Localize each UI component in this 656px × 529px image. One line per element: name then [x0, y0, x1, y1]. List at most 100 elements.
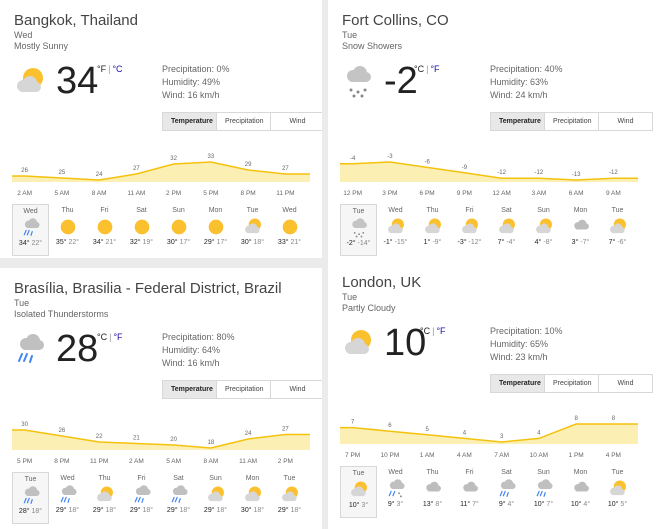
forecast-day[interactable]: Wed -1° -15°	[377, 204, 414, 256]
forecast-low: 18°	[68, 507, 80, 514]
unit-selected: °C	[414, 64, 425, 74]
chart-value-label: 27	[133, 166, 140, 172]
forecast-day[interactable]: Wed 9° 3°	[377, 466, 414, 518]
chart-time-label: 1 PM	[569, 452, 584, 459]
unit-switch-link[interactable]: °C	[112, 64, 122, 74]
tab-precipitation[interactable]: Precipitation	[217, 113, 271, 130]
unit-separator: |	[108, 64, 111, 74]
wind-text: Wind: 16 km/h	[162, 90, 220, 100]
forecast-day[interactable]: Thu 1° -9°	[414, 204, 451, 256]
forecast-day[interactable]: Fri 11° 7°	[451, 466, 488, 518]
forecast-day[interactable]: Sun 29° 18°	[197, 472, 234, 524]
forecast-day[interactable]: Thu 35° 22°	[49, 204, 86, 256]
chart-time-label: 7 PM	[345, 452, 360, 459]
forecast-high: -1°	[383, 239, 393, 246]
daily-forecast: Tue 28° 18° Wed 29° 18° Thu 29° 18° Fri 29° 18°…	[12, 472, 308, 524]
forecast-low: 17°	[179, 239, 191, 246]
forecast-hi-lo: 10° 3°	[341, 502, 376, 509]
tab-temperature[interactable]: Temperature	[163, 381, 217, 398]
tab-temperature[interactable]: Temperature	[491, 113, 545, 130]
forecast-day[interactable]: Sat 9° 4°	[488, 466, 525, 518]
forecast-high: 35°	[55, 239, 67, 246]
tab-precipitation[interactable]: Precipitation	[545, 113, 599, 130]
forecast-low: 18°	[31, 508, 43, 515]
forecast-hi-lo: 29° 17°	[197, 239, 234, 246]
forecast-high: 1°	[423, 239, 431, 246]
forecast-day[interactable]: Tue 29° 18°	[271, 472, 308, 524]
tab-wind[interactable]: Wind	[271, 113, 322, 130]
forecast-day[interactable]: Thu 13° 8°	[414, 466, 451, 518]
forecast-hi-lo: 30° 17°	[160, 239, 197, 246]
current-condition: Partly Cloudy	[342, 303, 396, 313]
tab-precipitation[interactable]: Precipitation	[217, 381, 271, 398]
forecast-day[interactable]: Wed 33° 21°	[271, 204, 308, 256]
unit-switch-link[interactable]: °F	[113, 332, 122, 342]
sun-icon	[168, 216, 190, 238]
sun-icon	[205, 216, 227, 238]
forecast-hi-lo: 29° 18°	[123, 507, 160, 514]
forecast-day[interactable]: Tue 10° 5°	[599, 466, 636, 518]
tab-temperature[interactable]: Temperature	[491, 375, 545, 392]
current-day: Tue	[342, 292, 358, 302]
forecast-day[interactable]: Fri -3° -12°	[451, 204, 488, 256]
forecast-day[interactable]: Fri 29° 18°	[123, 472, 160, 524]
forecast-high: 28°	[18, 508, 30, 515]
unit-switch-link[interactable]: °F	[430, 64, 439, 74]
forecast-day-name: Thu	[426, 469, 439, 476]
forecast-day[interactable]: Wed 29° 18°	[49, 472, 86, 524]
forecast-day[interactable]: Tue 30° 18°	[234, 204, 271, 256]
sun-cloud-icon	[242, 484, 264, 506]
forecast-hi-lo: 34° 22°	[13, 240, 48, 247]
temperature-chart: 7 7 PM 6 10 PM 5 1 AM 4 4 AM 3 7 AM 4 10 AM 8 1 PM 8 4 …	[340, 416, 638, 459]
sun-icon	[279, 216, 301, 238]
forecast-day-name: Tue	[352, 208, 365, 215]
forecast-day[interactable]: Mon 10° 4°	[562, 466, 599, 518]
forecast-day[interactable]: Sun 30° 17°	[160, 204, 197, 256]
tab-wind[interactable]: Wind	[599, 113, 652, 130]
forecast-day[interactable]: Mon 3° -7°	[562, 204, 599, 256]
forecast-day-name: Mon	[245, 475, 260, 482]
forecast-day[interactable]: Wed 34° 22°	[12, 204, 49, 256]
forecast-day[interactable]: Tue -2° -14°	[340, 204, 377, 256]
forecast-day[interactable]: Fri 34° 21°	[86, 204, 123, 256]
forecast-hi-lo: 29° 18°	[86, 507, 123, 514]
forecast-hi-lo: 4° -8°	[525, 239, 562, 246]
forecast-day[interactable]: Tue 28° 18°	[12, 472, 49, 524]
forecast-day-name: Sat	[136, 207, 147, 214]
forecast-day[interactable]: Sat 29° 18°	[160, 472, 197, 524]
forecast-high: 29°	[166, 507, 178, 514]
tab-precipitation[interactable]: Precipitation	[545, 375, 599, 392]
forecast-day[interactable]: Mon 30° 18°	[234, 472, 271, 524]
forecast-day[interactable]: Sat 7° -4°	[488, 204, 525, 256]
forecast-day-name: Thu	[61, 207, 74, 214]
forecast-day[interactable]: Sun 4° -8°	[525, 204, 562, 256]
chart-time-label: 12 AM	[492, 190, 510, 197]
forecast-day[interactable]: Tue 10° 3°	[340, 466, 377, 518]
forecast-hi-lo: -3° -12°	[451, 239, 488, 246]
chart-time-label: 8 AM	[203, 458, 218, 465]
tab-temperature[interactable]: Temperature	[163, 113, 217, 130]
thunderstorm-icon	[12, 332, 48, 368]
forecast-day[interactable]: Thu 29° 18°	[86, 472, 123, 524]
forecast-hi-lo: -2° -14°	[341, 240, 376, 247]
forecast-hi-lo: 13° 8°	[414, 501, 451, 508]
weather-card-fort-collins: Fort Collins, CO Tue Snow Showers -2 °C | °F Pr…	[328, 0, 656, 258]
forecast-day[interactable]: Tue 7° -6°	[599, 204, 636, 256]
forecast-hi-lo: 30° 18°	[234, 507, 271, 514]
chart-time-label: 3 AM	[531, 190, 546, 197]
forecast-day[interactable]: Sun 10° 7°	[525, 466, 562, 518]
chart-value-label: -13	[572, 172, 581, 178]
forecast-day[interactable]: Mon 29° 17°	[197, 204, 234, 256]
forecast-day[interactable]: Sat 32° 19°	[123, 204, 160, 256]
tab-wind[interactable]: Wind	[271, 381, 322, 398]
forecast-day-name: Wed	[60, 475, 75, 482]
forecast-high: 10°	[607, 501, 619, 508]
chart-value-label: 21	[133, 436, 140, 442]
tab-wind[interactable]: Wind	[599, 375, 652, 392]
wind-text: Wind: 24 km/h	[490, 90, 548, 100]
chart-area	[12, 430, 310, 450]
chart-time-label: 9 AM	[606, 190, 621, 197]
unit-switch-link[interactable]: °F	[436, 326, 445, 336]
humidity-text: Humidity: 63%	[490, 77, 549, 87]
chart-value-label: -12	[535, 170, 544, 176]
